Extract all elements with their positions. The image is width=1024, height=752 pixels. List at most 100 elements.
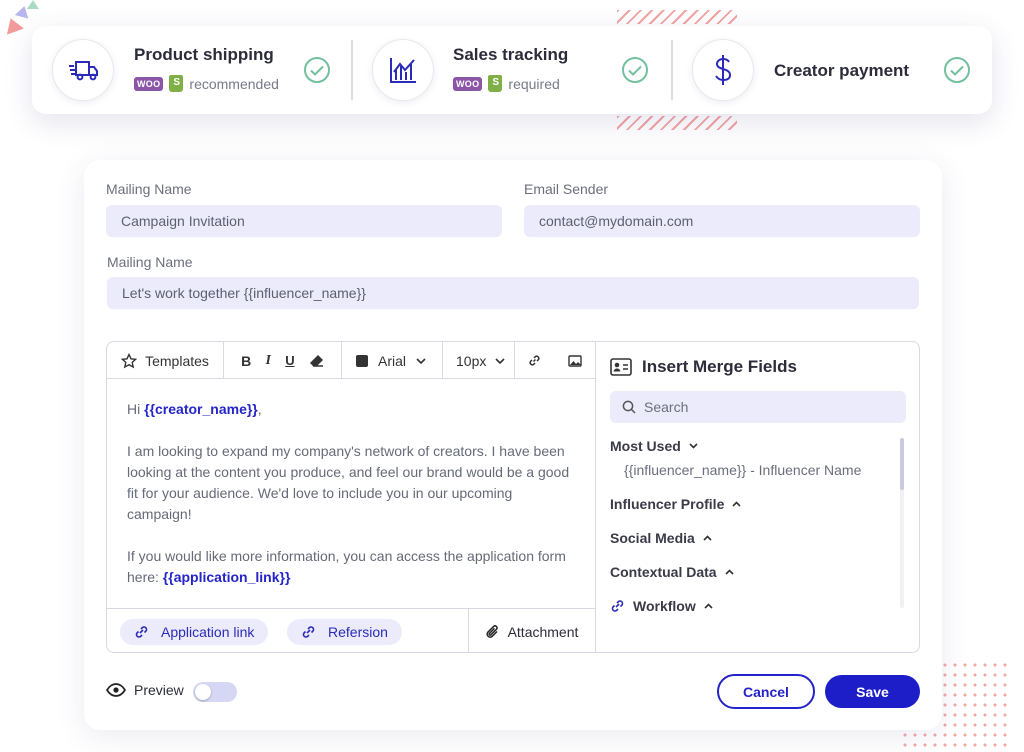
decor-triangle-green bbox=[27, 0, 39, 9]
link-icon bbox=[611, 600, 624, 612]
font-select[interactable]: Arial bbox=[342, 342, 443, 379]
greeting-end: , bbox=[257, 401, 262, 417]
cancel-button[interactable]: Cancel bbox=[717, 674, 815, 709]
star-icon bbox=[121, 352, 138, 368]
check-icon bbox=[622, 57, 648, 83]
section-influencer-profile[interactable]: Influencer Profile bbox=[610, 496, 741, 512]
decor-triangle-red bbox=[2, 15, 24, 35]
link-icon[interactable] bbox=[528, 354, 541, 367]
eye-icon bbox=[106, 683, 126, 697]
section-contextual-data[interactable]: Contextual Data bbox=[610, 564, 734, 580]
application-link-chip[interactable]: Application link bbox=[120, 619, 269, 645]
step-sales-tracking[interactable]: Sales tracking WOO required bbox=[353, 26, 671, 114]
subject-label: Mailing Name bbox=[107, 254, 193, 270]
section-social-media[interactable]: Social Media bbox=[610, 530, 712, 546]
step-icon-circle bbox=[692, 39, 754, 101]
section-label: Social Media bbox=[610, 530, 695, 546]
chart-icon bbox=[390, 58, 416, 83]
mailing-name-label: Mailing Name bbox=[106, 181, 192, 197]
step-icon-circle bbox=[52, 39, 114, 101]
shopify-logo bbox=[169, 75, 184, 92]
check-icon bbox=[304, 57, 330, 83]
chevron-up-icon bbox=[703, 535, 712, 541]
refersion-chip[interactable]: Refersion bbox=[287, 619, 402, 645]
search-icon bbox=[622, 400, 636, 414]
check-icon bbox=[944, 57, 970, 83]
size-select[interactable]: 10px bbox=[443, 342, 515, 379]
merge-tag-creator-name: {{creator_name}} bbox=[144, 401, 258, 417]
search-placeholder: Search bbox=[644, 399, 689, 415]
decor-hatch-bottom bbox=[617, 116, 737, 130]
bold-button[interactable]: B bbox=[241, 353, 251, 369]
editor-bottom-bar: Application link Refersion Attachment bbox=[107, 608, 595, 652]
email-editor: Templates B I U Arial 10px Hi {{creator_… bbox=[106, 341, 920, 653]
link-icon bbox=[302, 626, 315, 638]
chevron-up-icon bbox=[704, 603, 713, 609]
italic-button[interactable]: I bbox=[266, 353, 271, 369]
section-label: Contextual Data bbox=[610, 564, 717, 580]
format-group: B I U bbox=[224, 342, 342, 379]
section-label: Most Used bbox=[610, 438, 681, 454]
chip-label: Application link bbox=[161, 624, 255, 640]
scrollbar-thumb[interactable] bbox=[900, 438, 904, 490]
mailing-name-input[interactable]: Campaign Invitation bbox=[106, 205, 502, 237]
woocommerce-logo: WOO bbox=[453, 76, 483, 91]
color-swatch[interactable] bbox=[356, 354, 368, 367]
save-button[interactable]: Save bbox=[825, 675, 920, 708]
templates-button[interactable]: Templates bbox=[107, 342, 224, 379]
step-subtitle: WOO required bbox=[453, 75, 560, 92]
chevron-down-icon bbox=[416, 357, 426, 364]
section-label: Influencer Profile bbox=[610, 496, 725, 512]
chip-label: Refersion bbox=[328, 624, 388, 640]
merge-tag-application-link: {{application_link}} bbox=[162, 569, 291, 585]
size-value: 10px bbox=[456, 352, 487, 369]
body-paragraph-1: I am looking to expand my company's netw… bbox=[127, 443, 570, 522]
email-body[interactable]: Hi {{creator_name}}, I am looking to exp… bbox=[127, 399, 572, 609]
step-title: Sales tracking bbox=[453, 45, 569, 64]
onboarding-steps: Product shipping WOO recommended Sales t… bbox=[32, 26, 992, 114]
step-product-shipping[interactable]: Product shipping WOO recommended bbox=[32, 26, 352, 114]
eraser-icon[interactable] bbox=[309, 354, 324, 368]
step-icon-circle bbox=[372, 39, 434, 101]
subject-input[interactable]: Let's work together {{influencer_name}} bbox=[107, 277, 919, 309]
section-most-used[interactable]: Most Used bbox=[610, 438, 698, 454]
underline-button[interactable]: U bbox=[285, 353, 294, 368]
image-icon[interactable] bbox=[568, 354, 582, 367]
link-icon bbox=[135, 626, 148, 638]
email-sender-label: Email Sender bbox=[524, 181, 609, 197]
attachment-label: Attachment bbox=[507, 624, 579, 640]
merge-field-influencer-name[interactable]: {{influencer_name}} - Influencer Name bbox=[624, 462, 861, 478]
chevron-up-icon bbox=[732, 501, 741, 507]
templates-label: Templates bbox=[145, 352, 209, 369]
woocommerce-logo: WOO bbox=[134, 76, 164, 91]
editor-toolbar: Templates B I U Arial 10px bbox=[107, 342, 595, 379]
panel-title: Insert Merge Fields bbox=[642, 357, 797, 376]
step-title: Creator payment bbox=[774, 61, 910, 80]
preview-label: Preview bbox=[134, 682, 184, 698]
section-workflow[interactable]: Workflow bbox=[610, 598, 713, 614]
paperclip-icon bbox=[486, 625, 498, 638]
preview-toggle[interactable] bbox=[193, 682, 237, 702]
toggle-knob bbox=[195, 684, 211, 700]
email-sender-input[interactable]: contact@mydomain.com bbox=[524, 205, 920, 237]
attachment-button[interactable]: Attachment bbox=[468, 609, 595, 652]
chevron-down-icon bbox=[495, 357, 505, 364]
greeting-text: Hi bbox=[127, 401, 145, 417]
insert-group bbox=[515, 342, 595, 379]
section-label: Workflow bbox=[633, 598, 696, 614]
step-title: Product shipping bbox=[134, 45, 274, 64]
step-subtitle: WOO recommended bbox=[134, 75, 279, 92]
truck-icon bbox=[69, 61, 98, 81]
merge-fields-panel: Insert Merge Fields Search Most Used {{i… bbox=[595, 342, 919, 652]
dollar-icon bbox=[715, 55, 732, 85]
merge-search-input[interactable]: Search bbox=[610, 391, 906, 423]
chevron-up-icon bbox=[725, 569, 734, 575]
font-value: Arial bbox=[378, 352, 407, 369]
shopify-logo bbox=[488, 75, 503, 92]
chevron-down-icon bbox=[689, 443, 698, 449]
step-creator-payment[interactable]: Creator payment bbox=[673, 26, 992, 114]
step-note: required bbox=[508, 75, 560, 92]
contact-card-icon bbox=[610, 358, 632, 376]
preview-label-group: Preview bbox=[106, 682, 184, 698]
body-paragraph-2: If you would like more information, you … bbox=[127, 546, 572, 588]
